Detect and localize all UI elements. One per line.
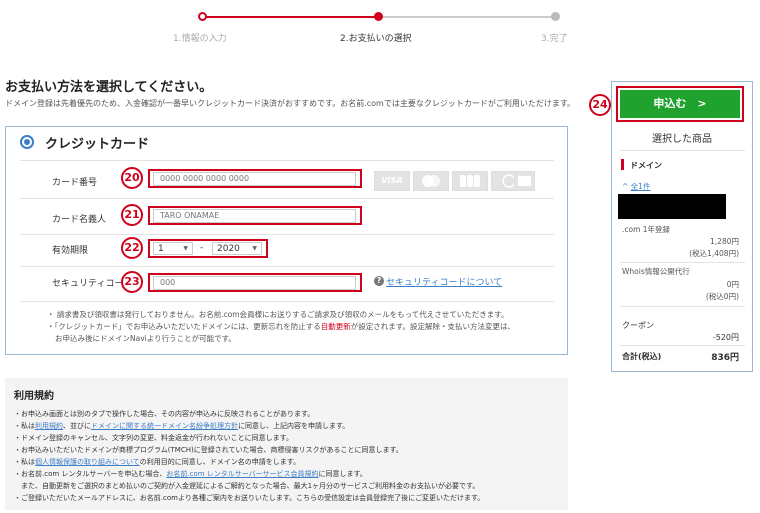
terms-text: 、並びに — [63, 422, 91, 430]
terms-text: ・お名前.com レンタルサーバーを申込む場合、 — [14, 470, 167, 478]
dispute-policy-link[interactable]: ドメインに関する統一ドメイン名紛争処理方針 — [91, 422, 238, 430]
all-items-link: 全1件 — [630, 182, 651, 191]
chevron-down-icon: ▼ — [252, 245, 257, 252]
terms-line-5: ・私は個人情報保護の取り組みについての利用目的に同意し、ドメイン名の申請をします… — [14, 457, 300, 467]
whois-label: Whois情報公開代行 — [622, 267, 690, 276]
terms-line-2: ・私は利用規約、並びにドメインに関する統一ドメイン名紛争処理方針に同意し、上記内… — [14, 421, 349, 431]
divider — [20, 301, 554, 302]
expiry-separator: - — [200, 243, 204, 253]
credit-card-title: クレジットカード — [45, 137, 150, 152]
step-1-label: 1.情報の入力 — [173, 34, 227, 44]
total-value: 836円 — [711, 353, 739, 363]
chevron-down-icon: ▼ — [183, 245, 188, 252]
step-3-label: 3.完了 — [541, 34, 568, 44]
auto-renew-text: 自動更新 — [320, 322, 351, 331]
rental-server-terms-link[interactable]: お名前.com レンタルサーバーサービス会員規約 — [166, 470, 318, 478]
section-marker — [621, 159, 624, 170]
note-3: お申込み後にドメインNaviより行うことが可能です。 — [55, 334, 236, 343]
note-2: ・「クレジットカード」でお申込みいただいたドメインには、更新忘れを防止する自動更… — [47, 321, 515, 332]
terms-line-7: また、自動更新をご選択のまとめ払いのご契約が入金遅延によるご解約となった場合、最… — [14, 482, 480, 490]
note-2-text-end: が設定されます。設定解除・支払い方法変更は、 — [350, 322, 515, 331]
expiry-year-select[interactable]: 2020 ▼ — [212, 242, 262, 255]
item-line: .com 1年登録 — [622, 225, 671, 234]
card-holder-input[interactable] — [153, 209, 356, 223]
card-holder-label: カード名義人 — [52, 215, 107, 225]
amex-logo — [514, 171, 535, 191]
divider — [20, 198, 554, 199]
expiry-label: 有効期限 — [52, 246, 89, 256]
terms-line-6: ・お名前.com レンタルサーバーを申込む場合、お名前.com レンタルサーバー… — [14, 469, 367, 479]
jcb-icon — [460, 175, 480, 187]
credit-card-radio[interactable] — [20, 135, 34, 149]
terms-line-8: ・ご登録いただいたメールアドレスに、お名前.comより各種ご案内をお送りいたしま… — [14, 494, 485, 502]
page-description: ドメイン登録は先着優先のため、入金確認が一番早いクレジットカード決済がおすすめで… — [5, 99, 576, 108]
all-items-toggle[interactable]: ^ 全1件 — [622, 181, 650, 192]
apply-button[interactable]: 申込む > — [620, 90, 740, 118]
card-number-label: カード番号 — [52, 178, 98, 188]
note-2-text: ・「クレジットカード」でお申込みいただいたドメインには、更新忘れを防止する — [47, 322, 321, 331]
coupon-label: クーポン — [622, 321, 654, 330]
divider — [620, 306, 745, 307]
security-code-input[interactable] — [153, 276, 356, 290]
note-1: ・ 請求書及び領収書は発行しておりません。お名前.com会員様にお送りするご請求… — [47, 310, 509, 319]
progress-line-todo — [379, 16, 555, 18]
step-1-dot — [198, 12, 207, 21]
question-icon: ? — [374, 276, 384, 286]
security-code-help-link[interactable]: セキュリティコードについて — [386, 275, 502, 288]
coupon-value: -520円 — [712, 333, 739, 342]
privacy-policy-link[interactable]: 個人情報保護の取り組みについて — [35, 458, 140, 466]
terms-text: に同意します。 — [318, 470, 367, 478]
annotation-badge-23: 23 — [121, 271, 143, 293]
divider — [20, 234, 554, 235]
terms-text: の利用目的に同意し、ドメイン名の申請をします。 — [139, 458, 301, 466]
annotation-badge-24: 24 — [589, 94, 611, 116]
jcb-logo — [452, 171, 488, 191]
expiry-month-select[interactable]: 1 ▼ — [153, 242, 193, 255]
amex-icon — [518, 176, 531, 186]
visa-logo: VISA — [374, 171, 410, 191]
expiry-month-value: 1 — [158, 244, 164, 254]
terms-line-3: ・ドメイン登録のキャンセル、文字列の変更、料金返金が行われないことに同意します。 — [14, 434, 293, 442]
terms-line-4: ・お申込みいただいたドメインが商標プログラム(TMCH)に登録されていた場合、商… — [14, 446, 403, 454]
divider — [20, 160, 554, 161]
expiry-year-value: 2020 — [217, 244, 240, 254]
selected-products-title: 選択した商品 — [652, 134, 712, 145]
mastercard-logo — [413, 171, 449, 191]
whois-tax: (税込0円) — [705, 292, 739, 301]
step-2-label: 2.お支払いの選択 — [340, 34, 412, 44]
terms-text: に同意し、上記内容を申請します。 — [238, 422, 350, 430]
mastercard-icon — [422, 175, 440, 187]
terms-line-1: ・お申込み画面とは別のタブで操作した場合、その内容が申込みに反映されることがあり… — [14, 410, 315, 418]
divider — [620, 262, 745, 263]
card-number-input[interactable] — [153, 172, 356, 186]
divider — [620, 150, 745, 151]
redacted-domain-name — [618, 194, 726, 219]
progress-line-done — [203, 16, 379, 18]
annotation-badge-20: 20 — [121, 167, 143, 189]
terms-text: ・私は — [14, 458, 35, 466]
domain-heading: ドメイン — [630, 161, 662, 170]
annotation-badge-21: 21 — [121, 204, 143, 226]
divider — [620, 345, 745, 346]
chevron-up-icon: ^ — [622, 182, 631, 191]
divider — [20, 266, 554, 267]
item-price: 1,280円 — [710, 237, 739, 246]
step-2-dot — [374, 12, 383, 21]
annotation-badge-22: 22 — [121, 237, 143, 259]
step-3-dot — [551, 12, 560, 21]
whois-price: 0円 — [726, 280, 739, 289]
terms-text: ・私は — [14, 422, 35, 430]
page-title: お支払い方法を選択してください。 — [5, 80, 213, 95]
terms-of-use-link[interactable]: 利用規約 — [35, 422, 63, 430]
terms-title: 利用規約 — [14, 391, 54, 402]
item-tax: (税込1,408円) — [689, 249, 739, 258]
